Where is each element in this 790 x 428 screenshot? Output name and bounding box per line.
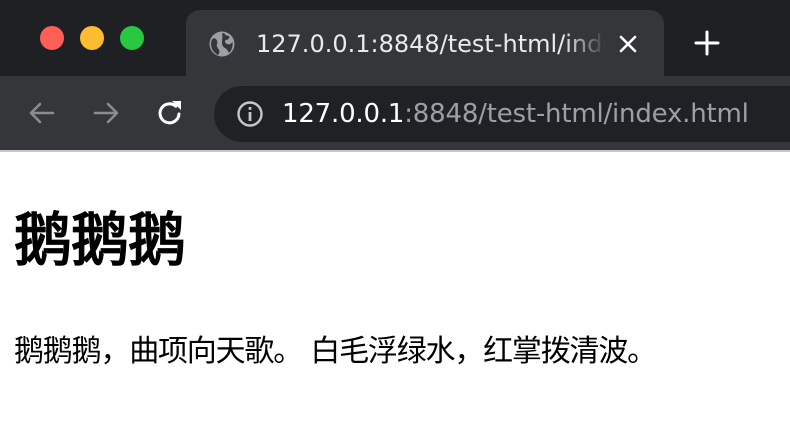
window-minimize-button[interactable] [80, 26, 104, 50]
globe-icon [209, 31, 235, 57]
tab-title: 127.0.0.1:8848/test-html/index.html [256, 30, 606, 58]
tab-strip: 127.0.0.1:8848/test-html/index.html [0, 0, 790, 76]
page-heading: 鹅鹅鹅 [14, 206, 186, 274]
browser-tab[interactable]: 127.0.0.1:8848/test-html/index.html [186, 10, 664, 76]
address-url[interactable]: 127.0.0.1:8848/test-html/index.html [282, 96, 749, 132]
reload-button[interactable] [154, 97, 186, 129]
tab-close-icon[interactable] [616, 32, 640, 56]
browser-toolbar: 127.0.0.1:8848/test-html/index.html [0, 76, 790, 150]
window-close-button[interactable] [40, 26, 64, 50]
toolbar-divider [0, 150, 790, 152]
info-icon[interactable] [236, 100, 264, 128]
forward-button[interactable] [90, 97, 122, 129]
browser-window: 127.0.0.1:8848/test-html/index.html [0, 0, 790, 428]
window-maximize-button[interactable] [120, 26, 144, 50]
page-paragraph: 鹅鹅鹅，曲项向天歌。 白毛浮绿水，红掌拨清波。 [14, 334, 657, 369]
url-host: 127.0.0.1 [282, 99, 405, 129]
back-button[interactable] [26, 97, 58, 129]
new-tab-button[interactable] [692, 28, 722, 58]
address-bar[interactable]: 127.0.0.1:8848/test-html/index.html [214, 86, 790, 142]
url-path: :8848/test-html/index.html [404, 99, 749, 129]
